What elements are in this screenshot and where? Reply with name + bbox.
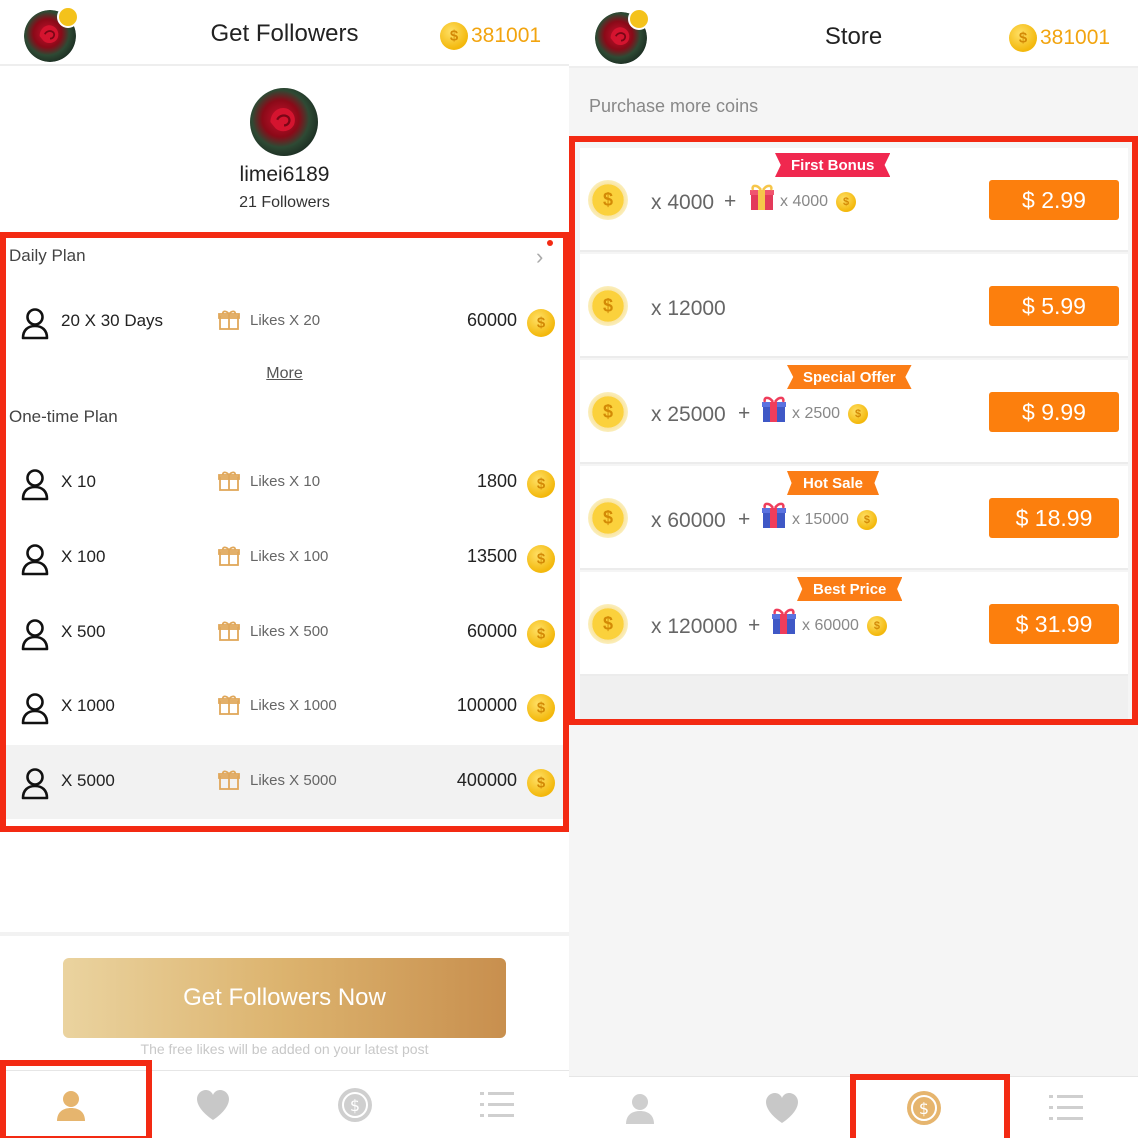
get-followers-now-button[interactable]: Get Followers Now (63, 958, 506, 1038)
highlight-box-plans (0, 232, 569, 832)
heart-icon (197, 1090, 229, 1120)
nav-item-store[interactable]: $ (284, 1071, 426, 1138)
nav-item-likes[interactable] (142, 1071, 284, 1138)
coin-balance[interactable]: 381001 (1009, 24, 1110, 52)
coin-icon (1009, 24, 1037, 52)
svg-text:$: $ (350, 1096, 360, 1115)
follower-count: 21 Followers (239, 194, 330, 211)
cta-note: The free likes will be added on your lat… (140, 1041, 429, 1057)
coin-icon (440, 22, 468, 50)
list-icon (1049, 1095, 1083, 1120)
nav-item-orders[interactable] (426, 1071, 568, 1138)
coin-icon: $ (338, 1088, 372, 1122)
nav-item-followers[interactable] (569, 1077, 711, 1138)
nav-item-likes[interactable] (711, 1077, 853, 1138)
highlight-box-packages (569, 136, 1138, 725)
store-subtitle: Purchase more coins (589, 96, 759, 116)
header: Store 381001 (569, 0, 1138, 68)
user-icon (626, 1094, 654, 1124)
nav-item-orders[interactable] (995, 1077, 1137, 1138)
coin-balance[interactable]: 381001 (440, 22, 541, 50)
header: Get Followers 381001 (0, 0, 569, 66)
highlight-box-nav-followers (0, 1060, 152, 1138)
heart-icon (766, 1093, 798, 1123)
list-icon (480, 1092, 514, 1117)
profile-avatar (250, 88, 318, 156)
get-followers-screen: Get Followers 381001 limei6189 21 Follow… (0, 0, 569, 1138)
divider (0, 932, 569, 936)
highlight-box-nav-store (850, 1074, 1010, 1138)
coin-balance-value: 381001 (471, 24, 542, 47)
coin-balance-value: 381001 (1040, 26, 1111, 49)
username: limei6189 (239, 163, 330, 186)
